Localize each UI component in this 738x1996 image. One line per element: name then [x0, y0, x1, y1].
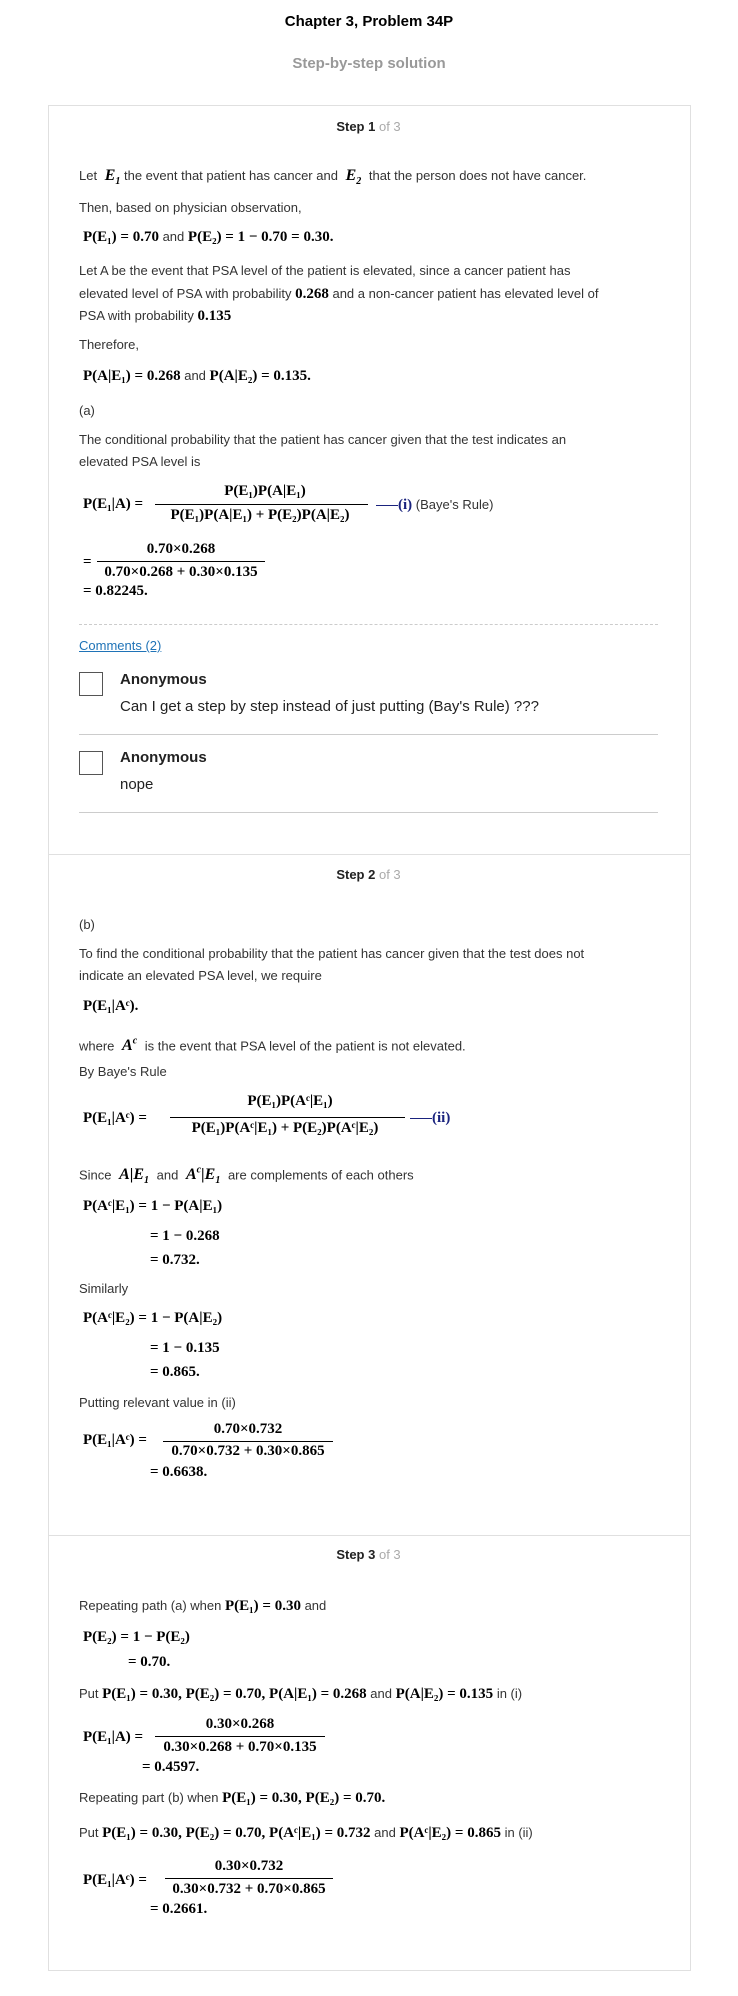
- complement2-line2: = 1 − 0.135: [150, 1340, 220, 1356]
- step2-required: P(E₁|Aᶜ).: [83, 998, 139, 1014]
- fraction-bar: [165, 1878, 333, 1879]
- step3-put2: Put P(E₁) = 0.30, P(E₂) = 0.70, P(Aᶜ|E₁)…: [79, 1825, 533, 1841]
- complement2-line1: P(Aᶜ|E₂) = 1 − P(A|E₂): [83, 1310, 223, 1326]
- step1-line2: Then, based on physician observation,: [79, 200, 302, 215]
- step-2-heading: Step 2 of 3: [48, 867, 689, 882]
- result2-numerator: 0.70×0.732: [213, 1421, 283, 1437]
- fraction-bar: [97, 561, 265, 562]
- fraction-bar: [155, 1736, 325, 1737]
- step1-line1: Let E1 the event that patient has cancer…: [79, 167, 587, 188]
- fraction-bar: [163, 1441, 333, 1442]
- comment-divider: [79, 734, 658, 735]
- bayes-denominator: P(E₁)P(A|E₁) + P(E₂)P(A|E₂): [170, 507, 350, 523]
- step-of: of 3: [378, 867, 401, 882]
- pe2-line2: = 0.70.: [128, 1654, 171, 1670]
- comment-avatar: [79, 672, 103, 696]
- part-a-label: (a): [79, 403, 95, 418]
- step2-putting: Putting relevant value in (ii): [79, 1395, 236, 1410]
- part-b-label: (b): [79, 917, 95, 932]
- bayes2-lhs: P(E₁|Aᶜ) =: [83, 1110, 147, 1126]
- equation-tag-ii: (ii): [410, 1110, 450, 1127]
- result3a-value: = 0.4597.: [142, 1759, 200, 1775]
- event-e2: E2: [341, 167, 362, 188]
- event-ac: Ac: [118, 1036, 138, 1055]
- pe2-line1: P(E₂) = 1 − P(E₂): [83, 1629, 190, 1645]
- fraction-bar: [155, 504, 368, 505]
- step1-para2-line2: elevated PSA level is: [79, 454, 201, 469]
- step-divider: [48, 854, 691, 855]
- step-label: Step 1: [336, 119, 376, 134]
- bayes2-numerator: P(E₁)P(Aᶜ|E₁): [247, 1093, 333, 1109]
- step2-since: Since A|E1 and Ac|E1 are complements of …: [79, 1165, 414, 1187]
- step-label: Step 3: [336, 1547, 376, 1562]
- calc-result: = 0.82245.: [83, 583, 148, 599]
- complement1-line3: = 0.732.: [150, 1252, 200, 1268]
- comments-divider: [79, 624, 658, 625]
- step2-similarly: Similarly: [79, 1281, 129, 1296]
- result2-lhs: P(E₁|Aᶜ) =: [83, 1432, 147, 1448]
- complement1-line2: = 1 − 0.268: [150, 1228, 220, 1244]
- result3b-numerator: 0.30×0.732: [214, 1858, 284, 1874]
- step2-para-line1: To find the conditional probability that…: [79, 946, 585, 961]
- step2-by-bayes: By Baye's Rule: [79, 1064, 167, 1079]
- calc-eq-sign: =: [83, 554, 92, 570]
- step-of: of 3: [378, 1547, 401, 1562]
- equation-tag-i: (i) (Baye's Rule): [376, 497, 493, 514]
- step-divider: [48, 1535, 691, 1536]
- step1-para1-line1: Let A be the event that PSA level of the…: [79, 263, 571, 278]
- comment-text: nope: [120, 776, 154, 793]
- step1-para1-line2: elevated level of PSA with probability 0…: [79, 286, 599, 302]
- step-1-heading: Step 1 of 3: [48, 119, 689, 134]
- step1-para1-line3: PSA with probability 0.135: [79, 308, 232, 324]
- step2-where: where Ac is the event that PSA level of …: [79, 1036, 466, 1055]
- comments-link[interactable]: Comments (2): [79, 638, 161, 653]
- comment-author: Anonymous: [120, 749, 207, 766]
- result3a-denominator: 0.30×0.268 + 0.70×0.135: [163, 1739, 317, 1755]
- complement1-line1: P(Aᶜ|E₁) = 1 − P(A|E₁): [83, 1198, 223, 1214]
- comment-divider: [79, 812, 658, 813]
- comment-author: Anonymous: [120, 671, 207, 688]
- fraction-bar: [170, 1117, 405, 1118]
- result3b-lhs: P(E₁|Aᶜ) =: [83, 1872, 147, 1888]
- chapter-title: Chapter 3, Problem 34P: [284, 13, 454, 30]
- result3a-numerator: 0.30×0.268: [205, 1716, 275, 1732]
- complement2-line3: = 0.865.: [150, 1364, 200, 1380]
- bayes-numerator: P(E₁)P(A|E₁): [224, 483, 306, 499]
- result2-denominator: 0.70×0.732 + 0.30×0.865: [171, 1443, 325, 1459]
- result3a-lhs: P(E₁|A) =: [83, 1729, 144, 1745]
- bayes-lhs: P(E₁|A) =: [83, 496, 144, 512]
- step3-put1: Put P(E₁) = 0.30, P(E₂) = 0.70, P(A|E₁) …: [79, 1686, 523, 1702]
- comment-text: Can I get a step by step instead of just…: [120, 698, 539, 715]
- event-e1: E1: [100, 167, 121, 188]
- calc-denominator: 0.70×0.268 + 0.30×0.135: [104, 564, 258, 580]
- step-3-heading: Step 3 of 3: [48, 1547, 689, 1562]
- result3b-value: = 0.2661.: [150, 1901, 208, 1917]
- result2-value: = 0.6638.: [150, 1464, 208, 1480]
- result3b-denominator: 0.30×0.732 + 0.70×0.865: [172, 1881, 326, 1897]
- solution-subtitle: Step-by-step solution: [292, 55, 446, 72]
- step1-eq1: P(E₁) = 0.70 and P(E₂) = 1 − 0.70 = 0.30…: [83, 229, 334, 245]
- step1-eq2: P(A|E₁) = 0.268 and P(A|E₂) = 0.135.: [83, 368, 311, 384]
- step1-para2-line1: The conditional probability that the pat…: [79, 432, 567, 447]
- step1-therefore: Therefore,: [79, 337, 139, 352]
- step2-para-line2: indicate an elevated PSA level, we requi…: [79, 968, 322, 983]
- calc-numerator: 0.70×0.268: [146, 541, 216, 557]
- bayes2-denominator: P(E₁)P(Aᶜ|E₁) + P(E₂)P(Aᶜ|E₂): [191, 1120, 379, 1136]
- step-label: Step 2: [336, 867, 376, 882]
- step3-repeat-a: Repeating path (a) when P(E₁) = 0.30 and: [79, 1598, 327, 1614]
- step3-repeat-b: Repeating part (b) when P(E₁) = 0.30, P(…: [79, 1790, 386, 1806]
- comment-avatar: [79, 751, 103, 775]
- step-of: of 3: [378, 119, 401, 134]
